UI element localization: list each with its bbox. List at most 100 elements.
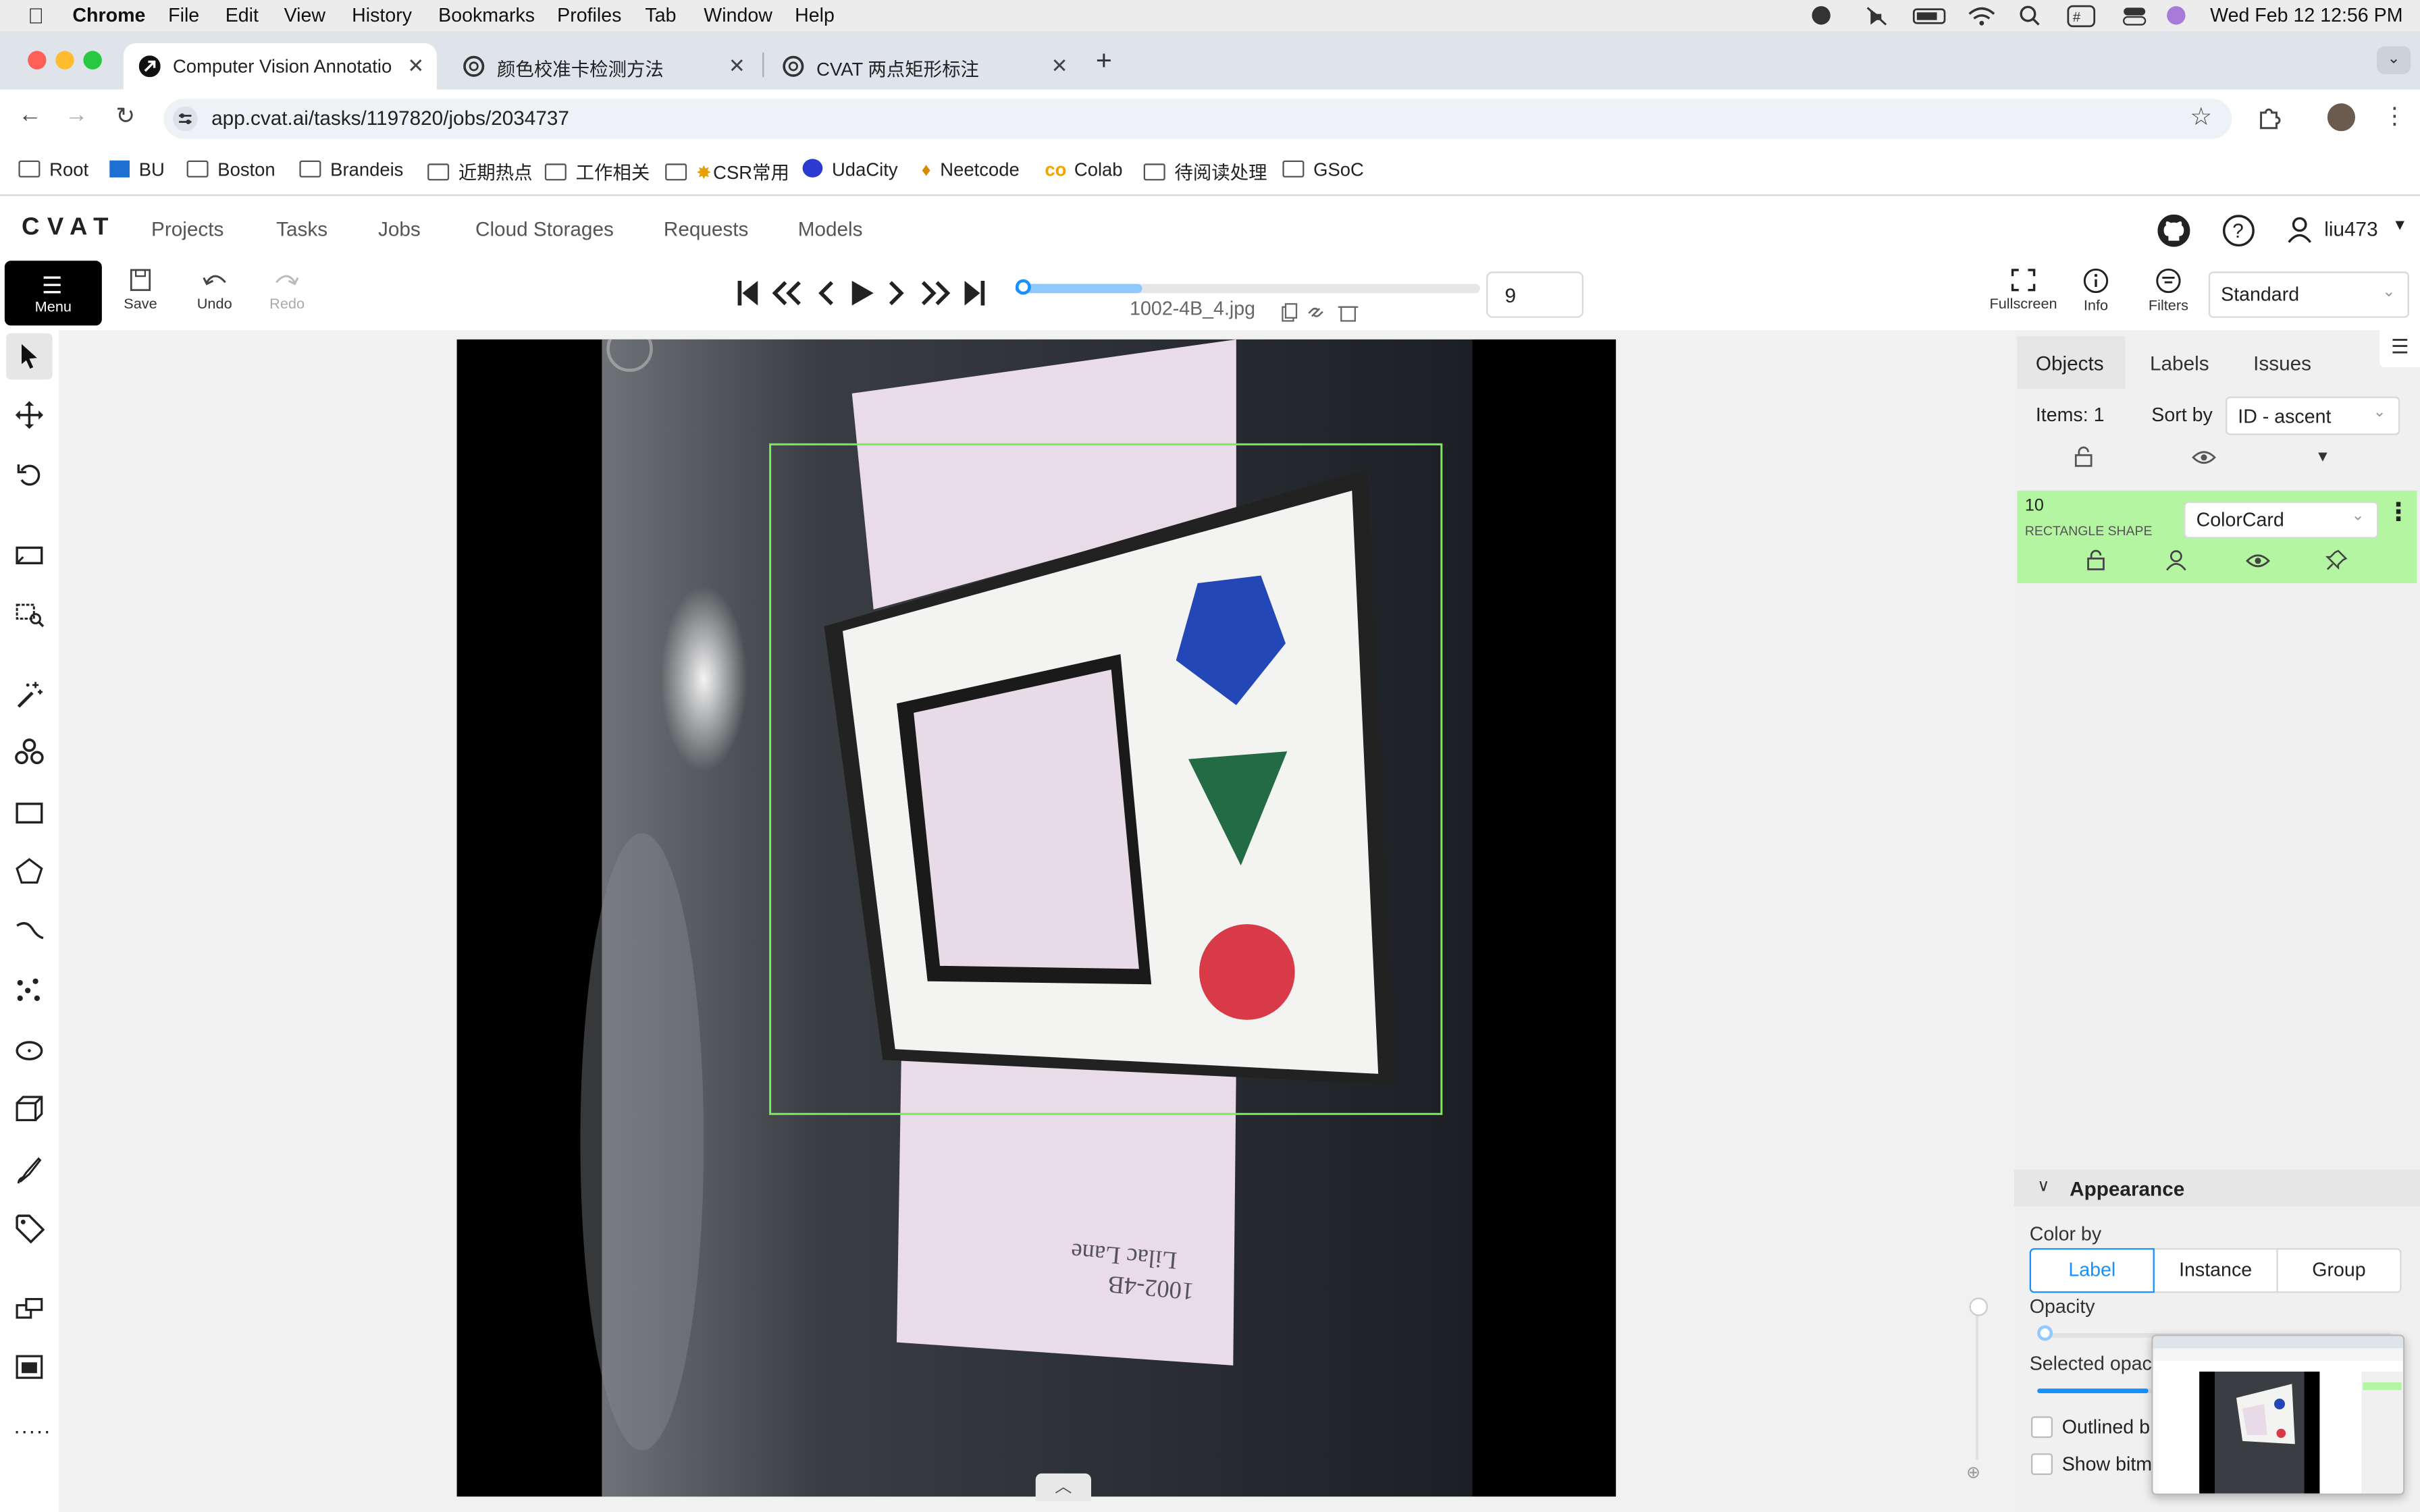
nav-jobs[interactable]: Jobs (378, 217, 421, 240)
bookmark-csr[interactable]: ✸ CSR常用 (665, 159, 789, 185)
filters-button[interactable]: Filters (2142, 268, 2195, 315)
tab-close-icon[interactable]: ✕ (1051, 54, 1068, 79)
rotate-icon[interactable] (14, 460, 45, 491)
window-close-button[interactable] (28, 51, 47, 70)
github-icon[interactable] (2157, 214, 2190, 247)
save-button[interactable]: Save (117, 269, 164, 313)
menu-edit[interactable]: Edit (226, 5, 259, 26)
nav-cloud-storages[interactable]: Cloud Storages (475, 217, 614, 240)
menu-help[interactable]: Help (795, 5, 835, 26)
bookmark-boston[interactable]: Boston (186, 159, 275, 180)
object-visibility-icon[interactable] (2246, 552, 2271, 569)
merge-shapes-icon[interactable] (14, 1293, 45, 1324)
caret-down-icon[interactable]: ▼ (2315, 449, 2331, 466)
bookmark-brandeis[interactable]: Brandeis (299, 159, 403, 180)
user-menu-caret-icon[interactable]: ▼ (2392, 217, 2408, 234)
collapse-bottom-toggle-icon[interactable]: ︿ (1035, 1473, 1092, 1501)
cursor-icon[interactable] (14, 341, 45, 372)
browser-tab-2[interactable]: 颜色校准卡检测方法 ✕ (448, 43, 756, 90)
reload-icon[interactable]: ↻ (115, 102, 135, 130)
menu-tab[interactable]: Tab (645, 5, 676, 26)
bookmark-colab[interactable]: co Colab (1045, 159, 1122, 180)
group-shapes-icon[interactable] (14, 1351, 45, 1382)
draw-rectangle-icon[interactable] (14, 798, 45, 829)
tab-labels[interactable]: Labels (2150, 352, 2209, 375)
info-button[interactable]: Info (2074, 268, 2118, 315)
draw-polygon-icon[interactable] (14, 857, 45, 888)
workspace-select[interactable]: Standard ⌄ (2208, 271, 2410, 318)
move-icon[interactable] (14, 400, 45, 431)
menubar-app-name[interactable]: Chrome (72, 5, 145, 26)
frame-number-input[interactable]: 9 (1486, 271, 1584, 318)
object-item[interactable]: 10 RECTANGLE SHAPE ColorCard ⌄ ⋮ (2017, 490, 2417, 584)
forward-arrow-icon[interactable]: → (65, 102, 88, 128)
new-tab-icon[interactable]: + (1096, 45, 1112, 77)
menu-file[interactable]: File (168, 5, 199, 26)
annotation-image[interactable]: Lilac Lane 1002-4B (456, 339, 1616, 1497)
zoom-slider-handle[interactable] (1969, 1297, 1989, 1316)
bookmark-neetcode[interactable]: ♦ Neetcode (922, 159, 1020, 180)
browser-tab-cvat[interactable]: Computer Vision Annotation T ✕ (123, 43, 437, 90)
undo-button[interactable]: Undo (190, 269, 239, 313)
bookmark-gsoc[interactable]: GSoC (1282, 159, 1364, 180)
bookmark-reading[interactable]: 待阅读处理 (1143, 159, 1267, 185)
lock-all-icon[interactable] (2073, 446, 2095, 468)
menu-view[interactable]: View (284, 5, 325, 26)
zoom-slider[interactable] (1975, 1305, 1979, 1460)
sort-by-select[interactable]: ID - ascent ⌄ (2226, 396, 2400, 435)
object-lock-icon[interactable] (2085, 549, 2107, 571)
menu-bookmarks[interactable]: Bookmarks (438, 5, 535, 26)
draw-ellipse-icon[interactable] (14, 1035, 45, 1066)
collapse-sidebar-icon[interactable]: ☰ (2379, 327, 2420, 367)
bookmark-hot[interactable]: 近期热点 (427, 159, 533, 185)
user-name[interactable]: liu473 (2324, 217, 2377, 240)
chrome-menu-icon[interactable]: ⋮ (2383, 102, 2406, 130)
apple-icon[interactable]:  (28, 3, 44, 28)
object-label-select[interactable]: ColorCard ⌄ (2184, 501, 2379, 539)
color-by-instance-option[interactable]: Instance (2153, 1248, 2278, 1293)
nav-tasks[interactable]: Tasks (276, 217, 327, 240)
nav-requests[interactable]: Requests (664, 217, 749, 240)
menu-history[interactable]: History (352, 5, 412, 26)
tab-issues[interactable]: Issues (2253, 352, 2311, 375)
menu-window[interactable]: Window (704, 5, 772, 26)
bookmark-work[interactable]: 工作相关 (544, 159, 650, 185)
fit-image-icon[interactable] (14, 540, 45, 571)
frame-slider[interactable] (1016, 279, 1480, 295)
object-pin-icon[interactable] (2325, 549, 2348, 571)
menu-button[interactable]: ☰ Menu (4, 261, 102, 326)
eye-all-icon[interactable] (2192, 449, 2217, 466)
help-icon[interactable]: ? (2222, 215, 2255, 247)
draw-cuboid-icon[interactable] (14, 1094, 45, 1125)
tag-icon[interactable] (14, 1213, 45, 1244)
color-by-group-option[interactable]: Group (2276, 1248, 2402, 1293)
tab-close-icon[interactable]: ✕ (407, 54, 424, 79)
bookmark-udacity[interactable]: UdaCity (802, 159, 898, 180)
object-more-icon[interactable]: ⋮ (2386, 497, 2411, 528)
bookmark-root[interactable]: Root (18, 159, 88, 180)
window-zoom-button[interactable] (83, 51, 102, 70)
browser-tab-3[interactable]: CVAT 两点矩形标注 ✕ (767, 43, 1076, 90)
cvat-logo[interactable]: CVAT (22, 215, 116, 242)
color-by-label-option[interactable]: Label (2029, 1248, 2155, 1293)
tab-search-chevron-icon[interactable]: ⌄ (2377, 46, 2411, 74)
nav-models[interactable]: Models (798, 217, 863, 240)
opacity-slider-handle[interactable] (2037, 1325, 2053, 1341)
show-bitmap-checkbox[interactable] (2031, 1453, 2053, 1476)
ai-tools-icon[interactable] (14, 738, 45, 769)
screenshot-thumbnail[interactable] (2151, 1334, 2405, 1495)
zoom-region-icon[interactable] (14, 599, 45, 630)
magic-wand-icon[interactable] (14, 679, 45, 710)
site-settings-icon[interactable] (173, 106, 198, 132)
back-arrow-icon[interactable]: ← (18, 102, 41, 128)
draw-polyline-icon[interactable] (14, 917, 45, 948)
fullscreen-button[interactable]: Fullscreen (1988, 269, 2059, 313)
zoom-in-icon[interactable]: ⊕ (1966, 1463, 1980, 1482)
outlined-borders-checkbox[interactable] (2031, 1416, 2053, 1438)
frame-slider-handle[interactable] (1016, 279, 1031, 295)
draw-points-icon[interactable] (14, 975, 45, 1006)
nav-projects[interactable]: Projects (151, 217, 223, 240)
redo-button[interactable]: Redo (263, 269, 312, 313)
bookmark-star-icon[interactable]: ☆ (2190, 102, 2212, 133)
more-tools-icon[interactable]: ..... (14, 1413, 52, 1438)
